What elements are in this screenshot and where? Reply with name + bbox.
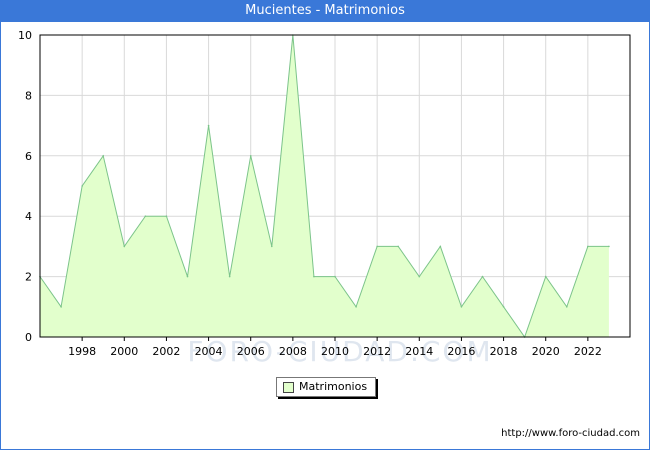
data-point bbox=[144, 215, 147, 217]
data-point bbox=[228, 275, 231, 278]
x-tick-label: 2012 bbox=[363, 345, 391, 358]
data-point bbox=[544, 275, 547, 278]
y-tick-label: 2 bbox=[25, 271, 32, 284]
data-point bbox=[313, 275, 315, 278]
data-point bbox=[565, 306, 568, 308]
x-tick-label: 2022 bbox=[574, 345, 602, 358]
data-point bbox=[186, 275, 189, 278]
x-tick-label: 2004 bbox=[195, 345, 223, 358]
data-point bbox=[165, 215, 168, 217]
y-tick-label: 4 bbox=[25, 210, 32, 223]
x-tick-label: 2018 bbox=[490, 345, 518, 358]
data-point bbox=[587, 245, 589, 248]
data-point bbox=[355, 306, 357, 308]
x-tick-label: 2008 bbox=[279, 345, 307, 358]
x-tick-label: 1998 bbox=[68, 345, 96, 358]
data-point bbox=[439, 245, 442, 248]
x-tick-label: 2020 bbox=[532, 345, 560, 358]
data-point bbox=[334, 275, 336, 278]
x-tick-label: 2014 bbox=[405, 345, 433, 358]
x-tick-label: 2000 bbox=[110, 345, 138, 358]
data-point bbox=[102, 155, 105, 157]
y-tick-label: 10 bbox=[18, 29, 32, 42]
data-point bbox=[270, 245, 273, 248]
data-point bbox=[376, 245, 378, 248]
y-tick-label: 6 bbox=[25, 150, 32, 163]
data-point bbox=[460, 306, 463, 308]
data-point bbox=[207, 124, 210, 127]
x-tick-label: 2006 bbox=[237, 345, 265, 358]
data-point bbox=[81, 185, 83, 187]
legend-label: Matrimonios bbox=[299, 380, 368, 393]
data-point bbox=[60, 306, 62, 308]
footer-url[interactable]: http://www.foro-ciudad.com bbox=[501, 428, 640, 439]
data-point bbox=[397, 245, 400, 248]
y-tick-label: 8 bbox=[25, 89, 32, 102]
data-point bbox=[502, 306, 505, 308]
data-point bbox=[418, 275, 421, 278]
x-tick-label: 2010 bbox=[321, 345, 349, 358]
data-point bbox=[481, 275, 484, 278]
x-tick-label: 2016 bbox=[447, 345, 475, 358]
data-point bbox=[608, 245, 610, 248]
legend: Matrimonios bbox=[276, 377, 376, 397]
data-point bbox=[123, 245, 126, 248]
y-tick-label: 0 bbox=[25, 331, 32, 344]
legend-swatch bbox=[283, 382, 294, 393]
data-point bbox=[249, 155, 252, 157]
x-tick-label: 2002 bbox=[152, 345, 180, 358]
